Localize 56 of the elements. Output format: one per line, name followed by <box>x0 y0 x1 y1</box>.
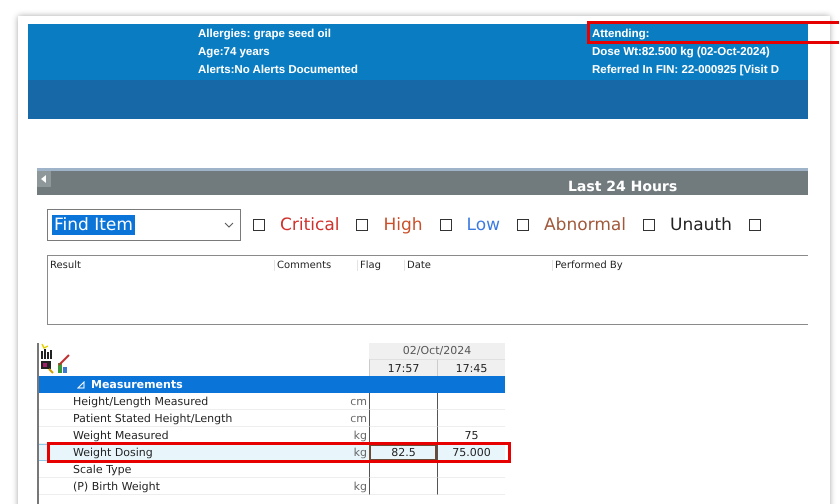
row-label: Patient Stated Height/Length <box>73 412 232 424</box>
result-cell[interactable] <box>437 410 505 427</box>
collapse-triangle-icon[interactable] <box>77 380 85 388</box>
chevron-down-icon <box>224 222 234 228</box>
filter-checkbox[interactable] <box>517 219 530 231</box>
column-header: Flag <box>357 260 404 271</box>
unit-label: cm <box>350 394 367 408</box>
flowsheet-row[interactable]: Scale Type <box>39 461 369 478</box>
row-label: Height/Length Measured <box>73 394 208 408</box>
scroll-left-button[interactable] <box>37 171 51 187</box>
time-header: 17:57 <box>369 359 437 376</box>
column-header: Result <box>49 260 82 271</box>
result-cell[interactable] <box>437 461 505 478</box>
result-cell[interactable] <box>369 461 437 478</box>
filter-label: Low <box>466 215 500 235</box>
left-arrow-icon <box>41 175 47 183</box>
filter-label: Critical <box>280 215 340 235</box>
row-label: (P) Birth Weight <box>73 480 160 492</box>
date-header: 02/Oct/2024 <box>369 343 505 359</box>
filter-checkbox[interactable] <box>440 219 452 231</box>
time-header: 17:45 <box>437 359 505 376</box>
unit-label: cm <box>350 412 367 424</box>
time-range-title: Last 24 Hours <box>568 178 678 195</box>
patient-info-text: Dose Wt:82.500 kg (02-Oct-2024) <box>592 45 770 60</box>
patient-info-text: Attending: <box>592 27 650 42</box>
filter-checkbox[interactable] <box>253 219 265 231</box>
flowsheet-row[interactable]: (P) Birth Weight kg <box>39 478 369 495</box>
unit-label: kg <box>354 480 367 492</box>
filter-checkbox[interactable] <box>643 219 656 231</box>
patient-info-text: Age:74 years <box>198 45 270 60</box>
flowsheet-row[interactable]: Height/Length Measured cm <box>39 393 369 410</box>
row-label: Weight Dosing <box>73 446 153 459</box>
column-header: Comments <box>274 260 357 271</box>
result-cell[interactable]: 75 <box>437 427 505 444</box>
flowsheet-row[interactable]: Patient Stated Height/Length cm <box>39 410 369 427</box>
filter-checkbox[interactable] <box>748 219 761 231</box>
row-label: Scale Type <box>73 462 132 476</box>
filter-label: Abnormal <box>544 215 626 235</box>
section-header-row[interactable]: Measurements <box>39 376 505 393</box>
row-label: Weight Measured <box>73 428 169 442</box>
patient-info-text: Referred In FIN: 22-000925 [Visit D <box>592 63 780 78</box>
patient-info-text: Allergies: grape seed oil <box>198 27 331 42</box>
column-header: Date <box>404 260 552 271</box>
result-cell[interactable] <box>369 393 437 410</box>
unit-label: kg <box>354 428 367 442</box>
result-cell[interactable] <box>369 478 437 495</box>
filter-checkbox[interactable] <box>356 219 368 231</box>
patient-info-text: Alerts:No Alerts Documented <box>198 63 358 78</box>
result-cell[interactable] <box>369 410 437 427</box>
find-item-dropdown[interactable]: Find Item <box>47 209 241 241</box>
unit-label: kg <box>354 446 367 459</box>
result-cell[interactable] <box>437 393 505 410</box>
result-cell[interactable] <box>437 478 505 495</box>
filter-label: High <box>383 215 423 235</box>
column-header: Performed By <box>552 260 623 271</box>
filter-label: Unauth <box>670 215 732 235</box>
